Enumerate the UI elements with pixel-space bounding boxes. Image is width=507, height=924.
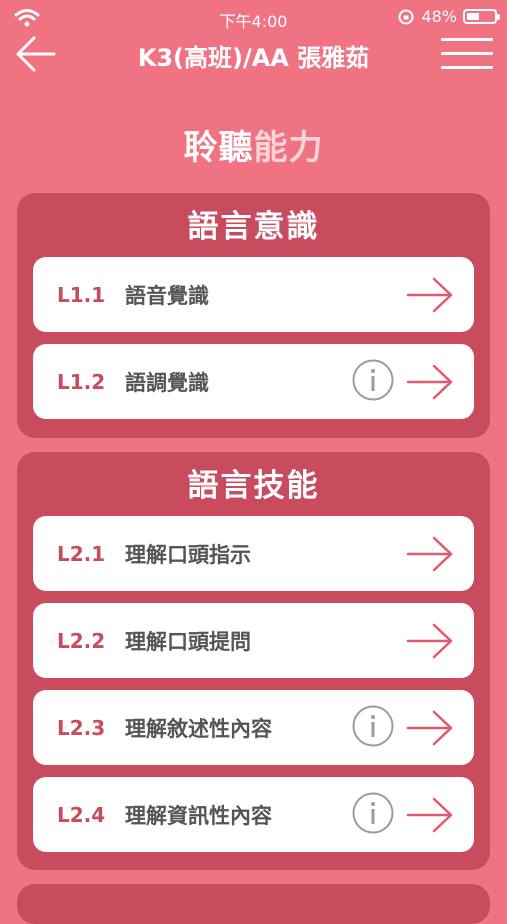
info-icon[interactable] [352,705,394,747]
section-language-skills: 語言技能 L2.1 理解口頭指示 L2.2 理解口頭提問 L2.3 理解敘述性內… [17,452,490,870]
item-label: 理解口頭提問 [125,629,251,654]
item-code: L2.2 [57,628,106,653]
list-item-l2-3[interactable]: L2.3 理解敘述性內容 [33,690,474,765]
arrow-right-icon[interactable] [406,710,454,746]
battery-icon [463,9,500,24]
arrow-right-icon[interactable] [406,364,454,400]
item-code: L1.1 [57,282,106,307]
section-title: 語言意識 [187,209,320,245]
item-code: L2.1 [57,541,106,566]
list-item-l2-1[interactable]: L2.1 理解口頭指示 [33,516,474,591]
section-title: 語言技能 [187,468,320,504]
section-language-awareness: 語言意識 L1.1 語音覺識 L1.2 語調覺識 [17,193,490,438]
page-title-light: 能力 [253,128,324,168]
arrow-right-icon[interactable] [406,536,454,572]
item-code: L2.3 [57,715,106,740]
orientation-lock-icon [398,9,414,24]
status-bar: 下午4:00 48% [0,0,507,36]
nav-title: K3(高班)/AA 張雅茹 [137,44,370,72]
item-label: 理解口頭指示 [125,542,251,567]
list-item-l2-4[interactable]: L2.4 理解資訊性內容 [33,777,474,852]
item-code: L1.2 [57,369,106,394]
item-label: 語調覺識 [125,370,209,395]
page-title: 聆聽能力 [0,120,507,169]
back-arrow-icon[interactable] [14,34,56,74]
battery-percent: 48% [421,7,457,26]
arrow-right-icon[interactable] [406,623,454,659]
list-item-l1-2[interactable]: L1.2 語調覺識 [33,344,474,419]
item-label: 理解敘述性內容 [125,716,272,741]
arrow-right-icon[interactable] [406,797,454,833]
hamburger-menu-icon[interactable] [441,38,493,72]
section-next-partial [17,884,490,924]
nav-bar: K3(高班)/AA 張雅茹 [0,34,507,74]
page-title-bold: 聆聽 [183,128,254,168]
list-item-l2-2[interactable]: L2.2 理解口頭提問 [33,603,474,678]
info-icon[interactable] [352,792,394,834]
item-label: 理解資訊性內容 [125,803,272,828]
item-code: L2.4 [57,802,106,827]
item-label: 語音覺識 [125,283,209,308]
list-item-l1-1[interactable]: L1.1 語音覺識 [33,257,474,332]
info-icon[interactable] [352,359,394,401]
arrow-right-icon[interactable] [406,277,454,313]
